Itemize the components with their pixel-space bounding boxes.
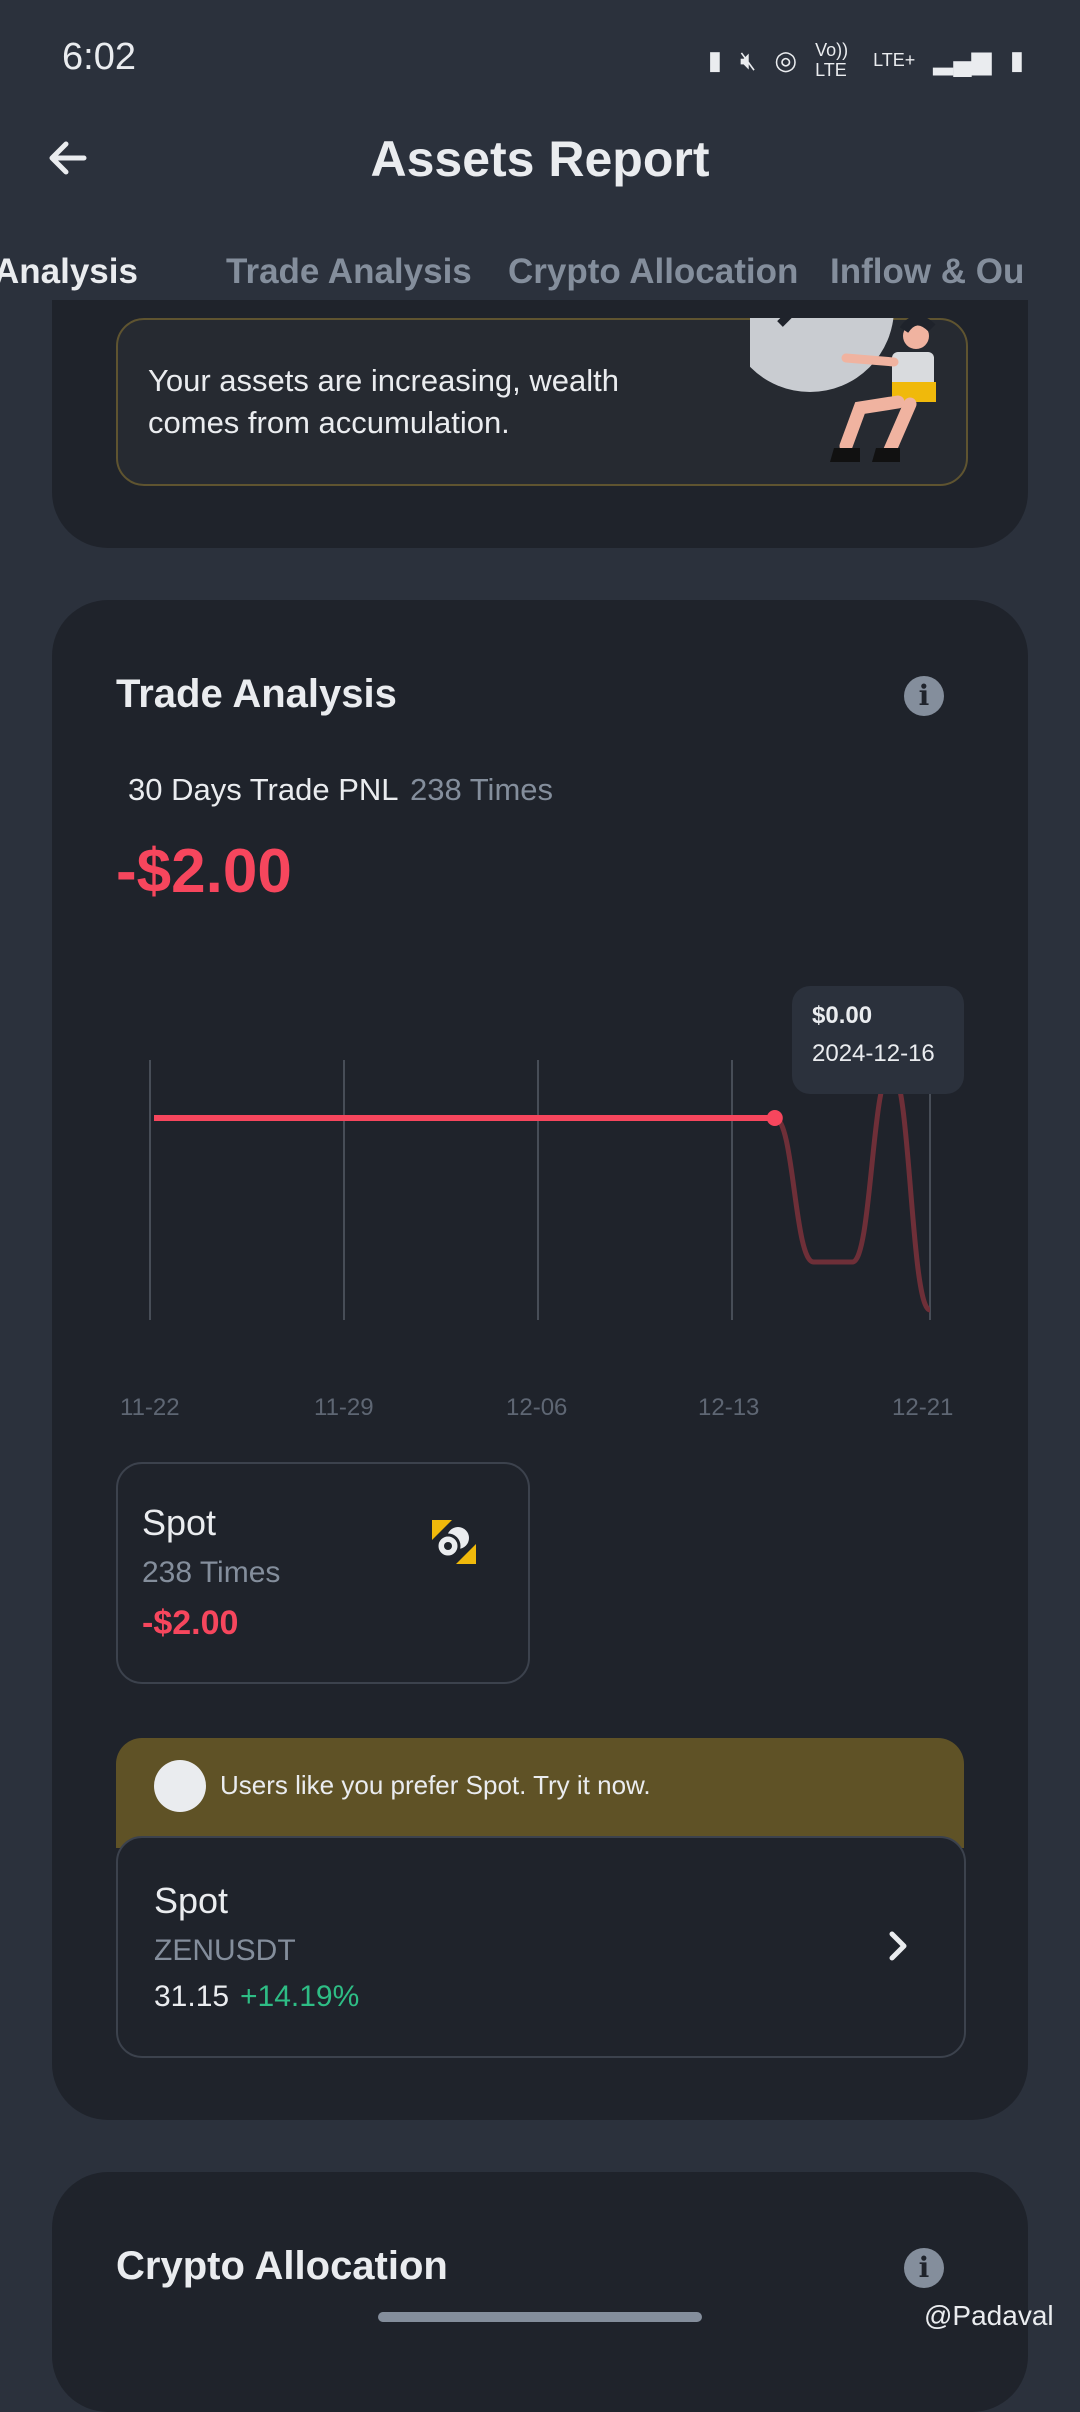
info-icon[interactable]: i — [904, 676, 944, 716]
x-tick: 11-22 — [120, 1394, 180, 1421]
home-indicator[interactable] — [378, 2312, 702, 2322]
pnl-value: -$2.00 — [116, 837, 292, 906]
highlight-point[interactable] — [766, 1110, 783, 1126]
info-icon[interactable]: i — [904, 2248, 944, 2288]
x-tick: 12-13 — [698, 1394, 760, 1421]
tab-analysis[interactable]: Analysis — [0, 252, 138, 292]
illustration-image — [750, 318, 936, 462]
page-title: Assets Report — [370, 131, 710, 187]
spot-title: Spot — [142, 1502, 217, 1543]
pnl-label: 30 Days Trade PNL — [128, 772, 399, 807]
thumbs-up-icon: 👍︎ — [154, 1760, 206, 1812]
promo-pair: ZENUSDT — [154, 1934, 296, 1967]
watermark: @Padaval — [924, 2300, 1054, 2331]
promo-change: +14.19% — [240, 1980, 360, 2013]
insight-text: Your assets are increasing, wealth comes… — [148, 363, 620, 440]
spot-icon — [432, 1520, 476, 1564]
tab-trade-analysis[interactable]: Trade Analysis — [226, 252, 472, 292]
x-tick: 12-21 — [892, 1394, 954, 1421]
battery-icon: ▮ — [1009, 45, 1024, 75]
spot-times: 238 Times — [142, 1556, 281, 1589]
status-time: 6:02 — [62, 36, 136, 78]
crypto-allocation-card — [52, 2172, 1028, 2412]
lte-plus-icon: LTE+ — [873, 50, 916, 70]
crypto-allocation-title: Crypto Allocation — [116, 2244, 448, 2288]
tooltip-date: 2024-12-16 — [812, 1040, 935, 1067]
trade-analysis-title: Trade Analysis — [116, 672, 397, 716]
x-tick: 12-06 — [506, 1394, 568, 1421]
hotspot-icon: ◎ — [774, 45, 798, 75]
x-tick: 11-29 — [314, 1394, 374, 1421]
promo-title: Spot — [154, 1880, 229, 1921]
status-icons: ▮ 🔇︎ ◎ Vo)) LTE LTE+ ▂▄▆ ▮ — [708, 40, 1024, 80]
mute-icon: 🔇︎ — [740, 45, 757, 75]
battery-saver-icon: ▮ — [707, 45, 722, 75]
promo-text: Users like you prefer Spot. Try it now. — [220, 1770, 651, 1800]
spot-pnl: -$2.00 — [142, 1604, 239, 1642]
tab-inflow-outflow[interactable]: Inflow & Ou — [830, 252, 1024, 292]
tab-crypto-allocation[interactable]: Crypto Allocation — [508, 252, 798, 292]
chevron-right-icon[interactable] — [884, 1926, 914, 1966]
signal-icon: ▂▄▆ — [933, 45, 992, 75]
pnl-count: 238 Times — [410, 772, 554, 807]
tooltip-value: $0.00 — [812, 1002, 873, 1029]
promo-price: 31.15 — [154, 1980, 230, 2013]
volte-icon: Vo)) LTE — [815, 40, 849, 80]
pnl-series-line-faded — [773, 1067, 932, 1313]
